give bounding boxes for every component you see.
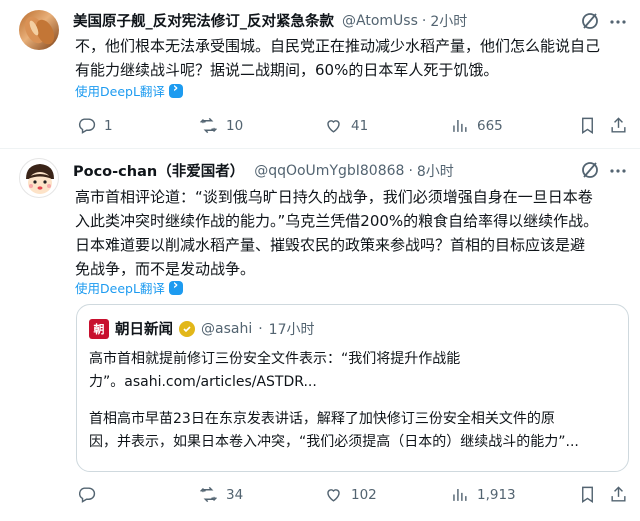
avatar[interactable] xyxy=(19,158,59,198)
retweet-icon xyxy=(200,486,217,503)
retweet-count: 10 xyxy=(226,117,244,134)
retweet-icon xyxy=(200,117,217,134)
separator: · xyxy=(408,162,413,179)
more-icon[interactable] xyxy=(608,12,628,32)
views-button[interactable]: 1,913 xyxy=(450,485,516,504)
deepl-icon xyxy=(168,81,183,98)
like-button[interactable]: 102 xyxy=(324,485,377,504)
share-icon[interactable] xyxy=(609,485,628,508)
views-button[interactable]: 665 xyxy=(450,116,503,135)
reply-icon xyxy=(78,118,96,134)
bookmark-icon[interactable] xyxy=(578,116,597,139)
translate-link[interactable]: 使用DeepL翻译 xyxy=(75,81,183,100)
retweet-button[interactable]: 34 xyxy=(199,485,243,504)
reply-button[interactable]: 1 xyxy=(77,116,113,135)
separator: · xyxy=(258,320,263,337)
verified-icon xyxy=(179,320,195,337)
reply-button[interactable] xyxy=(77,485,104,504)
timestamp[interactable]: 8小时 xyxy=(417,161,454,181)
retweet-count: 34 xyxy=(226,486,244,503)
views-icon xyxy=(453,119,467,132)
tweet-text-line: 入此类冲突时继续作战的能力。”乌克兰凭借200%的粮食自给率得以继续作战。 xyxy=(75,212,599,230)
quoted-tweet[interactable]: 朝 朝日新闻 @asahi · 17小时 高市首相就提前修订三份安全文件表示：“… xyxy=(76,304,629,472)
more-icon[interactable] xyxy=(608,161,628,181)
tweet-1[interactable]: 美国原子舰_反对宪法修订_反对紧急条款 @AtomUss · 2小时 不，他们根… xyxy=(0,0,640,150)
quote-timestamp[interactable]: 17小时 xyxy=(269,319,315,339)
tweet-text-line: 高市首相评论道：“谈到俄乌旷日持久的战争，我们必须增强自身在一旦日本卷 xyxy=(75,188,593,206)
translate-label[interactable]: 使用DeepL翻译 xyxy=(75,81,165,100)
grok-icon[interactable] xyxy=(580,160,600,180)
retweet-button[interactable]: 10 xyxy=(199,116,243,135)
translate-link[interactable]: 使用DeepL翻译 xyxy=(75,278,183,297)
views-icon xyxy=(453,488,467,501)
views-count: 665 xyxy=(477,117,503,134)
tweet-text-line: 日本难道要以削减水稻产量、摧毁农民的政策来参战吗？首相的目标应该是避 xyxy=(75,236,586,254)
reply-icon xyxy=(78,487,96,503)
like-button[interactable]: 41 xyxy=(324,116,368,135)
separator: · xyxy=(421,12,427,29)
grok-icon[interactable] xyxy=(580,11,600,31)
quote-text-line: 首相高市早苗23日在东京发表讲话，解释了加快修订三份安全相关文件的原 xyxy=(89,411,555,427)
share-icon[interactable] xyxy=(609,116,628,139)
quote-display-name[interactable]: 朝日新闻 xyxy=(115,318,173,339)
like-count: 102 xyxy=(351,486,377,503)
quote-text-line: 力”。asahi.com/articles/ASTDR... xyxy=(89,374,317,390)
quote-text-line: 高市首相就提前修订三份安全文件表示：“我们将提升作战能 xyxy=(89,351,461,367)
like-icon xyxy=(327,489,340,502)
tweet-text-line: 有能力继续战斗呢？据说二战期间，60%的日本军人死于饥饿。 xyxy=(75,61,499,79)
quote-handle[interactable]: @asahi xyxy=(201,321,252,337)
tweet-text-line: 不，他们根本无法承受围城。自民党正在推动减少水稻产量，他们怎么能说自己 xyxy=(75,37,601,55)
avatar[interactable] xyxy=(19,10,59,50)
like-count: 41 xyxy=(351,117,369,134)
quote-text-line: 因，并表示，如果日本卷入冲突，“我们必须提高（日本的）继续战斗的能力”... xyxy=(89,434,579,450)
bookmark-icon[interactable] xyxy=(578,485,597,508)
reply-count: 1 xyxy=(104,117,113,134)
timestamp[interactable]: 2小时 xyxy=(430,11,467,31)
translate-label[interactable]: 使用DeepL翻译 xyxy=(75,278,165,297)
handle[interactable]: @AtomUss xyxy=(342,13,418,29)
handle[interactable]: @qqOoUmYgbI80868 xyxy=(254,163,404,179)
display-name[interactable]: 美国原子舰_反对宪法修订_反对紧急条款 xyxy=(73,10,334,31)
display-name[interactable]: Poco-chan（非爱国者） xyxy=(73,160,244,181)
views-count: 1,913 xyxy=(477,486,516,503)
like-icon xyxy=(327,120,340,133)
deepl-icon xyxy=(168,278,183,295)
asahi-logo: 朝 xyxy=(89,318,109,339)
